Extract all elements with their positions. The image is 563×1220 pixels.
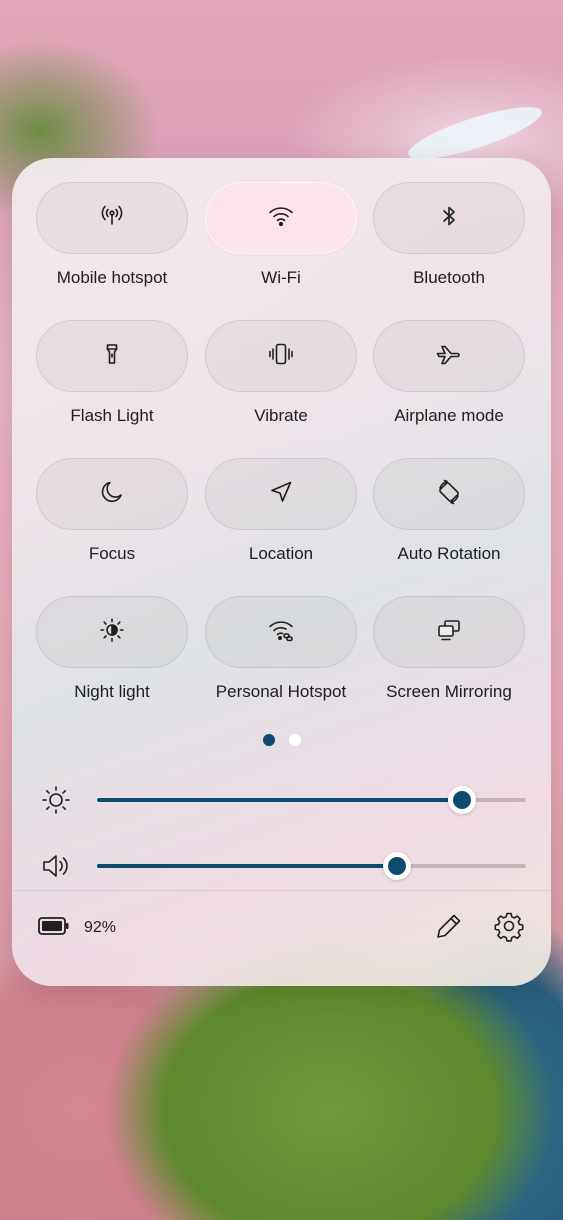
tile-vibrate: Vibrate xyxy=(197,320,365,440)
volume-slider[interactable] xyxy=(97,852,526,880)
brightness-slider-thumb[interactable] xyxy=(447,786,476,814)
pencil-icon[interactable] xyxy=(433,910,465,947)
volume-slider-thumb[interactable] xyxy=(383,852,412,880)
tile-label: Focus xyxy=(88,544,136,563)
rotation-icon xyxy=(434,477,464,512)
tile-label: Bluetooth xyxy=(413,268,485,287)
footer-divider xyxy=(12,890,551,891)
tile-label: Wi-Fi xyxy=(261,268,301,287)
page-indicator xyxy=(12,734,551,746)
tile-bluetooth: Bluetooth xyxy=(365,182,533,302)
mobile-hotspot-toggle[interactable] xyxy=(36,182,188,254)
personal-hotspot-toggle[interactable] xyxy=(205,596,357,668)
night-light-toggle[interactable] xyxy=(36,596,188,668)
moon-icon xyxy=(97,477,127,512)
focus-toggle[interactable] xyxy=(36,458,188,530)
bluetooth-icon xyxy=(434,201,464,236)
tile-label: Location xyxy=(248,544,314,563)
battery-percent: 92% xyxy=(84,919,117,936)
brightness-slider-row xyxy=(38,780,526,820)
tile-label: Personal Hotspot xyxy=(215,682,347,701)
tile-label: Screen Mirroring xyxy=(386,682,512,701)
tile-label: Mobile hotspot xyxy=(56,268,168,287)
tile-auto-rotation: Auto Rotation xyxy=(365,458,533,578)
volume-slider-fill xyxy=(97,864,398,868)
location-toggle[interactable] xyxy=(205,458,357,530)
tile-label: Flash Light xyxy=(70,406,154,425)
volume-icon xyxy=(38,848,74,884)
tile-flash-light: Flash Light xyxy=(28,320,196,440)
brightness-slider-fill xyxy=(97,798,462,802)
control-center-footer: 92% xyxy=(38,904,525,952)
flashlight-icon xyxy=(97,339,127,374)
tile-airplane-mode: Airplane mode xyxy=(365,320,533,440)
vibrate-toggle[interactable] xyxy=(205,320,357,392)
hotspot-antenna-icon xyxy=(97,201,127,236)
tile-night-light: Night light xyxy=(28,596,196,716)
page-dot-active[interactable] xyxy=(262,734,275,746)
personal-hotspot-icon xyxy=(266,615,296,650)
bluetooth-toggle[interactable] xyxy=(373,182,525,254)
tile-label: Night light xyxy=(74,682,150,701)
auto-rotation-toggle[interactable] xyxy=(373,458,525,530)
tile-label: Vibrate xyxy=(254,406,308,425)
wifi-toggle[interactable] xyxy=(205,182,357,254)
airplane-icon xyxy=(434,339,464,374)
tile-screen-mirroring: Screen Mirroring xyxy=(365,596,533,716)
tile-label: Auto Rotation xyxy=(397,544,501,563)
battery-icon xyxy=(38,916,70,941)
tile-wifi: Wi-Fi xyxy=(197,182,365,302)
page-dot-inactive[interactable] xyxy=(288,734,301,746)
tile-focus: Focus xyxy=(28,458,196,578)
tile-mobile-hotspot: Mobile hotspot xyxy=(28,182,196,302)
flash-light-toggle[interactable] xyxy=(36,320,188,392)
control-center-panel: Mobile hotspot Wi-Fi Bluetooth Flash Lig… xyxy=(12,158,551,986)
brightness-icon xyxy=(38,782,74,818)
night-light-icon xyxy=(97,615,127,650)
volume-slider-row xyxy=(38,846,526,886)
tile-label: Airplane mode xyxy=(394,406,504,425)
location-arrow-icon xyxy=(266,477,296,512)
brightness-slider[interactable] xyxy=(97,786,526,814)
tile-location: Location xyxy=(197,458,365,578)
screen-mirroring-toggle[interactable] xyxy=(373,596,525,668)
airplane-mode-toggle[interactable] xyxy=(373,320,525,392)
tile-personal-hotspot: Personal Hotspot xyxy=(197,596,365,716)
gear-icon[interactable] xyxy=(493,910,525,947)
wifi-icon xyxy=(266,201,296,236)
vibrate-icon xyxy=(266,339,296,374)
screen-mirroring-icon xyxy=(434,615,464,650)
battery-status: 92% xyxy=(38,916,116,941)
